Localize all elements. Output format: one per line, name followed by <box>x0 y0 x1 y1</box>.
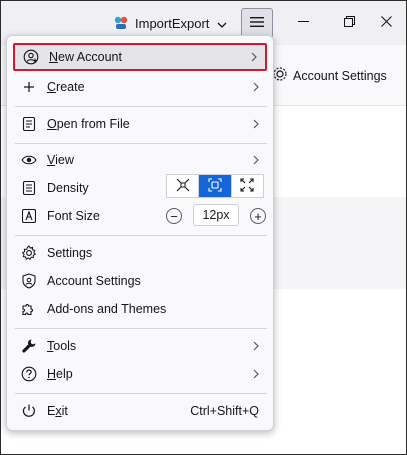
touch-density-icon <box>240 177 254 195</box>
file-icon <box>21 116 37 132</box>
chevron-right-icon <box>251 81 261 93</box>
menu-item-open-from-file[interactable]: Open from File <box>13 110 267 138</box>
menu-item-new-account-mnemonic: N <box>49 50 59 64</box>
menu-item-account-settings-label: Account Settings <box>47 274 141 288</box>
chevron-right-icon <box>251 154 261 166</box>
close-icon <box>380 16 392 30</box>
menu-item-new-account[interactable]: New Account <box>13 43 267 71</box>
menu-item-open-from-file-mnemonic: O <box>47 117 57 131</box>
application-window: ImportExport Account Settings New Accoun… <box>0 0 407 455</box>
density-touch-button[interactable] <box>232 175 263 197</box>
account-add-icon <box>23 49 39 65</box>
chevron-down-icon <box>217 18 227 28</box>
font-size-decrease-button[interactable]: − <box>166 208 182 224</box>
profile-switcher[interactable]: ImportExport <box>113 11 227 35</box>
font-size-value[interactable]: 12px <box>193 204 239 226</box>
plus-icon <box>21 79 37 95</box>
eye-icon <box>21 152 37 168</box>
menu-item-tools[interactable]: Tools <box>13 332 267 360</box>
normal-density-icon <box>208 177 222 195</box>
chevron-right-icon <box>251 118 261 130</box>
minimize-icon <box>297 16 309 30</box>
menu-item-create-mnemonic: C <box>47 80 57 94</box>
menu-item-density-label: Density <box>47 181 89 195</box>
menu-item-font-size-label: Font Size <box>47 209 100 223</box>
menu-separator <box>15 393 267 394</box>
menu-item-font-size: Font Size − 12px + <box>13 202 267 230</box>
chevron-right-icon <box>251 340 261 352</box>
menu-item-create[interactable]: Create <box>13 73 267 101</box>
app-menu-panel: New Account Create Open from File View D… <box>6 35 274 431</box>
density-selector <box>166 174 264 198</box>
menu-item-exit-label: it <box>61 404 68 418</box>
profile-icon <box>113 15 129 31</box>
font-size-increase-button[interactable]: + <box>250 208 266 224</box>
wrench-icon <box>21 338 37 354</box>
menu-separator <box>15 328 267 329</box>
menu-item-view-mnemonic: V <box>47 153 56 167</box>
menu-item-tools-label: ools <box>53 339 77 353</box>
menu-item-new-account-label: ew Account <box>58 50 122 64</box>
menu-item-help-mnemonic: H <box>47 367 57 381</box>
menu-item-account-settings[interactable]: Account Settings <box>13 267 267 295</box>
menu-item-view[interactable]: View <box>13 146 267 174</box>
hamburger-icon <box>250 16 264 31</box>
menu-separator <box>15 106 267 107</box>
menu-item-help[interactable]: Help <box>13 360 267 388</box>
density-icon <box>21 180 37 196</box>
menu-item-create-label: reate <box>56 80 85 94</box>
app-menu-button[interactable] <box>241 8 273 38</box>
restore-icon <box>343 16 355 30</box>
profile-name: ImportExport <box>135 15 210 31</box>
chevron-right-icon <box>251 368 261 380</box>
account-shield-icon <box>21 273 37 289</box>
menu-item-help-label: elp <box>56 367 73 381</box>
menu-item-exit[interactable]: Exit Ctrl+Shift+Q <box>13 397 267 425</box>
compact-density-icon <box>176 178 190 195</box>
menu-item-open-from-file-label: pen from File <box>56 117 130 131</box>
menu-item-addons-and-themes-label: Add-ons and Themes <box>47 302 167 316</box>
density-compact-button[interactable] <box>167 175 198 197</box>
menu-separator <box>15 143 267 144</box>
background-account-settings-label: Account Settings <box>293 68 387 83</box>
chevron-right-icon <box>249 51 259 63</box>
menu-item-settings-label: Settings <box>47 246 93 260</box>
menu-separator <box>15 235 267 236</box>
menu-item-settings[interactable]: Settings <box>13 239 267 267</box>
menu-item-addons-and-themes[interactable]: Add-ons and Themes <box>13 295 267 323</box>
font-size-icon <box>21 208 37 224</box>
menu-item-view-label: iew <box>55 153 74 167</box>
help-icon <box>21 366 37 382</box>
menu-item-density: Density <box>13 174 267 202</box>
menu-item-exit-shortcut: Ctrl+Shift+Q <box>190 404 259 418</box>
background-account-settings-link[interactable]: Account Settings <box>273 67 387 84</box>
close-window-button[interactable] <box>366 8 406 38</box>
density-normal-button[interactable] <box>198 175 232 197</box>
power-icon <box>21 403 37 419</box>
gear-icon <box>21 245 37 261</box>
gear-icon <box>273 67 287 84</box>
puzzle-piece-icon <box>21 301 37 317</box>
minimize-button[interactable] <box>280 8 326 38</box>
